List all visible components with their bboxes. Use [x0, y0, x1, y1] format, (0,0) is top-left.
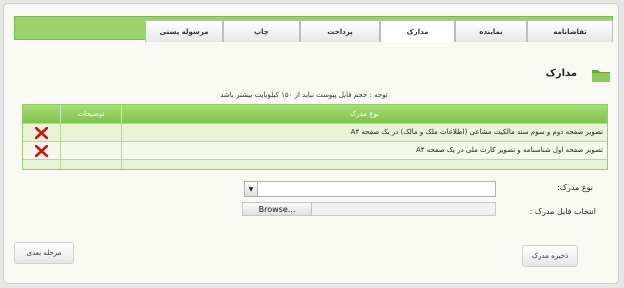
tab-application[interactable]: تقاضانامه [527, 20, 613, 42]
browse-button[interactable]: Browse... [243, 203, 312, 215]
file-select-label: انتخاب فایل مدرک : [529, 207, 596, 216]
cell-divider [60, 160, 61, 169]
header-description: توضیحات [77, 110, 105, 118]
tab-print[interactable]: چاپ [223, 20, 300, 42]
tab-representative[interactable]: نماینده [455, 20, 527, 42]
file-path-field[interactable] [313, 203, 495, 215]
section-title: مدارک [545, 68, 577, 79]
cell-divider [121, 160, 122, 169]
tab-documents[interactable]: مدارک [380, 20, 455, 42]
doc-type-label: نوع مدرک: [557, 183, 593, 192]
table-row: تصویر صفحه دوم و سوم سند مالکیت مشاعی (ا… [23, 123, 607, 141]
save-document-button[interactable]: ذخیره مدرک [522, 245, 578, 267]
table-row: تصویر صفحه اول شناسنامه و تصویر کارت ملی… [23, 141, 607, 159]
table-header: نوع مدرک توضیحات [23, 105, 607, 123]
header-doc-type: نوع مدرک [349, 110, 380, 118]
next-step-button[interactable]: مرحله بعدی [14, 242, 74, 264]
tab-label: چاپ [254, 27, 269, 36]
tab-postal[interactable]: مرسوله پستی [145, 20, 223, 42]
table-row-empty [23, 159, 607, 169]
folder-icon [592, 70, 610, 82]
tab-label: نماینده [479, 27, 503, 36]
tab-label: پرداخت [327, 27, 353, 36]
header-divider [121, 105, 122, 123]
documents-table: نوع مدرک توضیحات تصویر صفحه دوم و سوم سن… [22, 104, 608, 170]
delete-icon[interactable] [35, 145, 48, 157]
doc-type-select[interactable]: ▼ [244, 181, 496, 197]
tab-bar: تقاضانامه نماینده مدارک پرداخت چاپ مرسول… [14, 16, 613, 42]
tab-label: تقاضانامه [553, 27, 587, 36]
header-divider [60, 105, 61, 123]
doc-type-cell: تصویر صفحه دوم و سوم سند مالکیت مشاعی (ا… [350, 128, 603, 136]
header-delete [23, 105, 60, 123]
cell-divider [60, 124, 61, 141]
tab-label: مدارک [406, 27, 429, 36]
cell-divider [60, 142, 61, 159]
delete-icon[interactable] [35, 127, 48, 139]
file-size-notice: توجه : حجم فایل پیوست نباید از ۱۵۰ کیلوب… [220, 91, 388, 99]
tab-payment[interactable]: پرداخت [300, 20, 380, 42]
file-input[interactable]: Browse... [242, 202, 496, 216]
tab-label: مرسوله پستی [159, 27, 209, 36]
doc-type-cell: تصویر صفحه اول شناسنامه و تصویر کارت ملی… [415, 146, 603, 154]
chevron-down-icon[interactable]: ▼ [245, 182, 258, 196]
main-panel: تقاضانامه نماینده مدارک پرداخت چاپ مرسول… [3, 3, 619, 284]
